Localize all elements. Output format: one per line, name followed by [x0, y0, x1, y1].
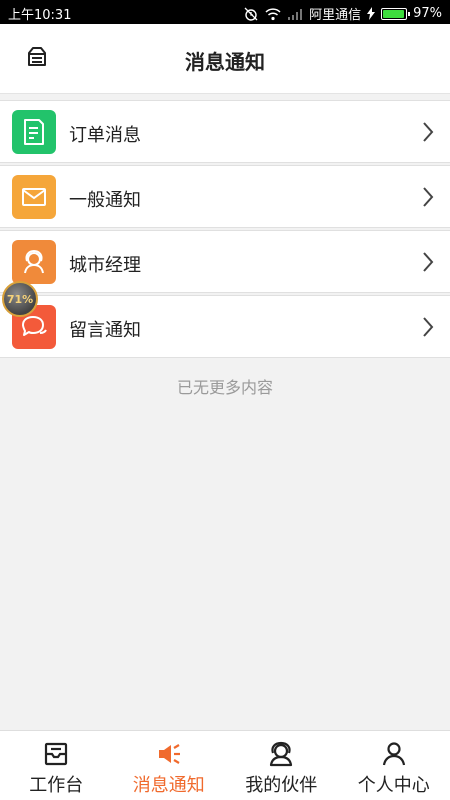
tab-notifications[interactable]: 消息通知 [113, 731, 226, 800]
status-time: 上午10:31 [8, 8, 72, 23]
tab-label: 工作台 [29, 775, 84, 796]
envelope-icon [12, 175, 56, 219]
charging-icon [367, 7, 376, 20]
partner-icon [270, 741, 293, 767]
tab-label: 我的伙伴 [245, 775, 318, 796]
list-item-label: 城市经理 [69, 255, 141, 276]
list-item-label: 订单消息 [69, 125, 141, 146]
list-item-message-notices[interactable]: 留言通知 [0, 295, 450, 358]
status-bar: 上午10:31 阿里通信 97% [0, 0, 450, 24]
chevron-right-icon [423, 187, 434, 207]
battery-icon [381, 7, 411, 20]
megaphone-icon [158, 744, 180, 764]
status-right: 阿里通信 97% [243, 4, 442, 23]
app-header: 消息通知 [0, 24, 450, 94]
list-item-label: 一般通知 [69, 190, 141, 211]
document-icon [12, 110, 56, 154]
tab-label: 个人中心 [357, 775, 430, 796]
list-item-label: 留言通知 [69, 320, 141, 341]
floating-memory-badge[interactable]: 71% [2, 281, 38, 317]
alarm-off-icon [243, 6, 259, 22]
carrier-name: 阿里通信 [309, 8, 362, 23]
battery-percent: 97% [413, 6, 442, 21]
page-title: 消息通知 [185, 50, 265, 74]
chevron-right-icon [423, 252, 434, 272]
signal-icon [287, 8, 303, 20]
manager-icon [12, 240, 56, 284]
tab-label: 消息通知 [132, 775, 205, 796]
wifi-icon [265, 7, 281, 21]
no-more-content-note: 已无更多内容 [176, 378, 273, 397]
workbench-icon [45, 742, 68, 766]
chevron-right-icon [423, 122, 434, 142]
message-category-list: 订单消息 一般通知 城市经理 留言通知 [0, 100, 450, 360]
list-item-general-notices[interactable]: 一般通知 [0, 165, 450, 228]
list-item-city-manager[interactable]: 城市经理 [0, 230, 450, 293]
tab-partners[interactable]: 我的伙伴 [225, 731, 338, 800]
chevron-right-icon [423, 317, 434, 337]
person-icon [382, 742, 405, 766]
list-item-order-messages[interactable]: 订单消息 [0, 100, 450, 163]
bottom-tab-bar: 工作台 消息通知 我的伙伴 个人中心 [0, 730, 450, 800]
tab-workbench[interactable]: 工作台 [0, 731, 113, 800]
tab-profile[interactable]: 个人中心 [338, 731, 450, 800]
